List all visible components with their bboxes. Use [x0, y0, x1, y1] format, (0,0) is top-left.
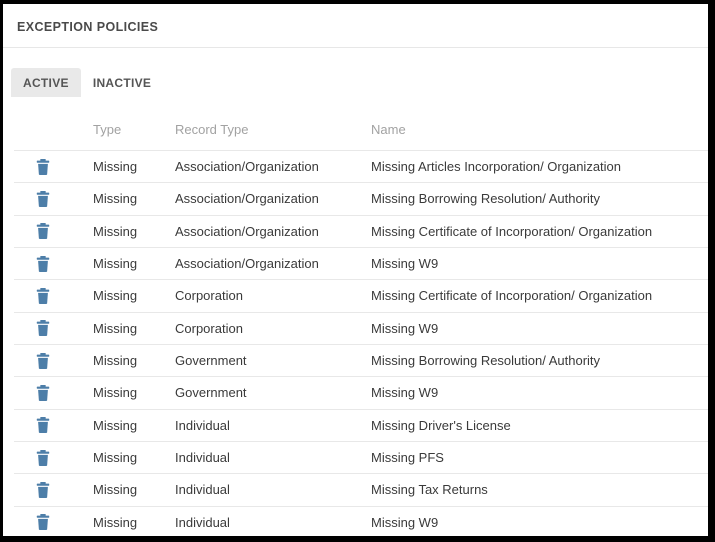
table-row: Missing Individual Missing W9	[14, 506, 708, 538]
table-row: Missing Individual Missing Driver's Lice…	[14, 409, 708, 441]
tab-inactive[interactable]: INACTIVE	[81, 68, 163, 97]
table-row: Missing Corporation Missing Certificate …	[14, 279, 708, 311]
cell-type: Missing	[93, 256, 175, 271]
trash-icon	[36, 288, 50, 304]
delete-button[interactable]	[36, 352, 54, 370]
cell-record-type: Individual	[175, 515, 371, 530]
trash-icon	[36, 353, 50, 369]
table-body: Missing Association/Organization Missing…	[3, 150, 708, 539]
cell-record-type: Corporation	[175, 321, 371, 336]
delete-button[interactable]	[36, 190, 54, 208]
cell-record-type: Individual	[175, 418, 371, 433]
delete-button[interactable]	[36, 513, 54, 531]
cell-record-type: Government	[175, 385, 371, 400]
column-header-name: Name	[371, 122, 708, 150]
cell-type: Missing	[93, 191, 175, 206]
delete-button[interactable]	[36, 384, 54, 402]
tab-active[interactable]: ACTIVE	[11, 68, 81, 97]
actions-column-header	[14, 137, 93, 150]
cell-type: Missing	[93, 353, 175, 368]
table-row: Missing Government Missing W9	[14, 376, 708, 408]
table-header-row: Type Record Type Name	[14, 97, 708, 150]
trash-icon	[36, 191, 50, 207]
cell-type: Missing	[93, 482, 175, 497]
cell-record-type: Corporation	[175, 288, 371, 303]
cell-record-type: Association/Organization	[175, 159, 371, 174]
cell-name: Missing W9	[371, 256, 708, 271]
trash-icon	[36, 223, 50, 239]
delete-button[interactable]	[36, 319, 54, 337]
cell-name: Missing Borrowing Resolution/ Authority	[371, 353, 708, 368]
cell-name: Missing W9	[371, 515, 708, 530]
cell-type: Missing	[93, 515, 175, 530]
delete-button[interactable]	[36, 158, 54, 176]
exception-policies-panel: EXCEPTION POLICIES ACTIVE INACTIVE Type …	[0, 0, 715, 542]
delete-button[interactable]	[36, 222, 54, 240]
cell-record-type: Association/Organization	[175, 256, 371, 271]
table-row: Missing Individual Missing Tax Returns	[14, 473, 708, 505]
cell-record-type: Government	[175, 353, 371, 368]
column-header-type: Type	[93, 122, 175, 150]
panel-header: EXCEPTION POLICIES	[3, 4, 708, 48]
table-row: Missing Association/Organization Missing…	[14, 150, 708, 182]
tab-bar: ACTIVE INACTIVE	[11, 68, 708, 97]
cell-type: Missing	[93, 159, 175, 174]
delete-button[interactable]	[36, 481, 54, 499]
cell-type: Missing	[93, 385, 175, 400]
cell-name: Missing Driver's License	[371, 418, 708, 433]
trash-icon	[36, 256, 50, 272]
trash-icon	[36, 450, 50, 466]
cell-name: Missing Tax Returns	[371, 482, 708, 497]
table-row: Missing Individual Missing PFS	[14, 441, 708, 473]
page-title: EXCEPTION POLICIES	[17, 20, 158, 34]
cell-name: Missing Certificate of Incorporation/ Or…	[371, 288, 708, 303]
cell-record-type: Individual	[175, 482, 371, 497]
cell-name: Missing PFS	[371, 450, 708, 465]
trash-icon	[36, 320, 50, 336]
trash-icon	[36, 514, 50, 530]
table-row: Missing Association/Organization Missing…	[14, 247, 708, 279]
trash-icon	[36, 385, 50, 401]
cell-record-type: Association/Organization	[175, 191, 371, 206]
table-row: Missing Government Missing Borrowing Res…	[14, 344, 708, 376]
table-row: Missing Association/Organization Missing…	[14, 215, 708, 247]
cell-type: Missing	[93, 450, 175, 465]
delete-button[interactable]	[36, 287, 54, 305]
cell-name: Missing Borrowing Resolution/ Authority	[371, 191, 708, 206]
delete-button[interactable]	[36, 449, 54, 467]
cell-type: Missing	[93, 418, 175, 433]
cell-name: Missing Articles Incorporation/ Organiza…	[371, 159, 708, 174]
exception-policies-table: Type Record Type Name Missing As	[3, 97, 708, 539]
cell-type: Missing	[93, 321, 175, 336]
cell-name: Missing W9	[371, 385, 708, 400]
cell-record-type: Individual	[175, 450, 371, 465]
cell-type: Missing	[93, 224, 175, 239]
cell-name: Missing W9	[371, 321, 708, 336]
cell-record-type: Association/Organization	[175, 224, 371, 239]
column-header-record-type: Record Type	[175, 122, 371, 150]
delete-button[interactable]	[36, 416, 54, 434]
table-row: Missing Association/Organization Missing…	[14, 182, 708, 214]
trash-icon	[36, 159, 50, 175]
cell-type: Missing	[93, 288, 175, 303]
trash-icon	[36, 482, 50, 498]
cell-name: Missing Certificate of Incorporation/ Or…	[371, 224, 708, 239]
trash-icon	[36, 417, 50, 433]
delete-button[interactable]	[36, 255, 54, 273]
table-row: Missing Corporation Missing W9	[14, 312, 708, 344]
